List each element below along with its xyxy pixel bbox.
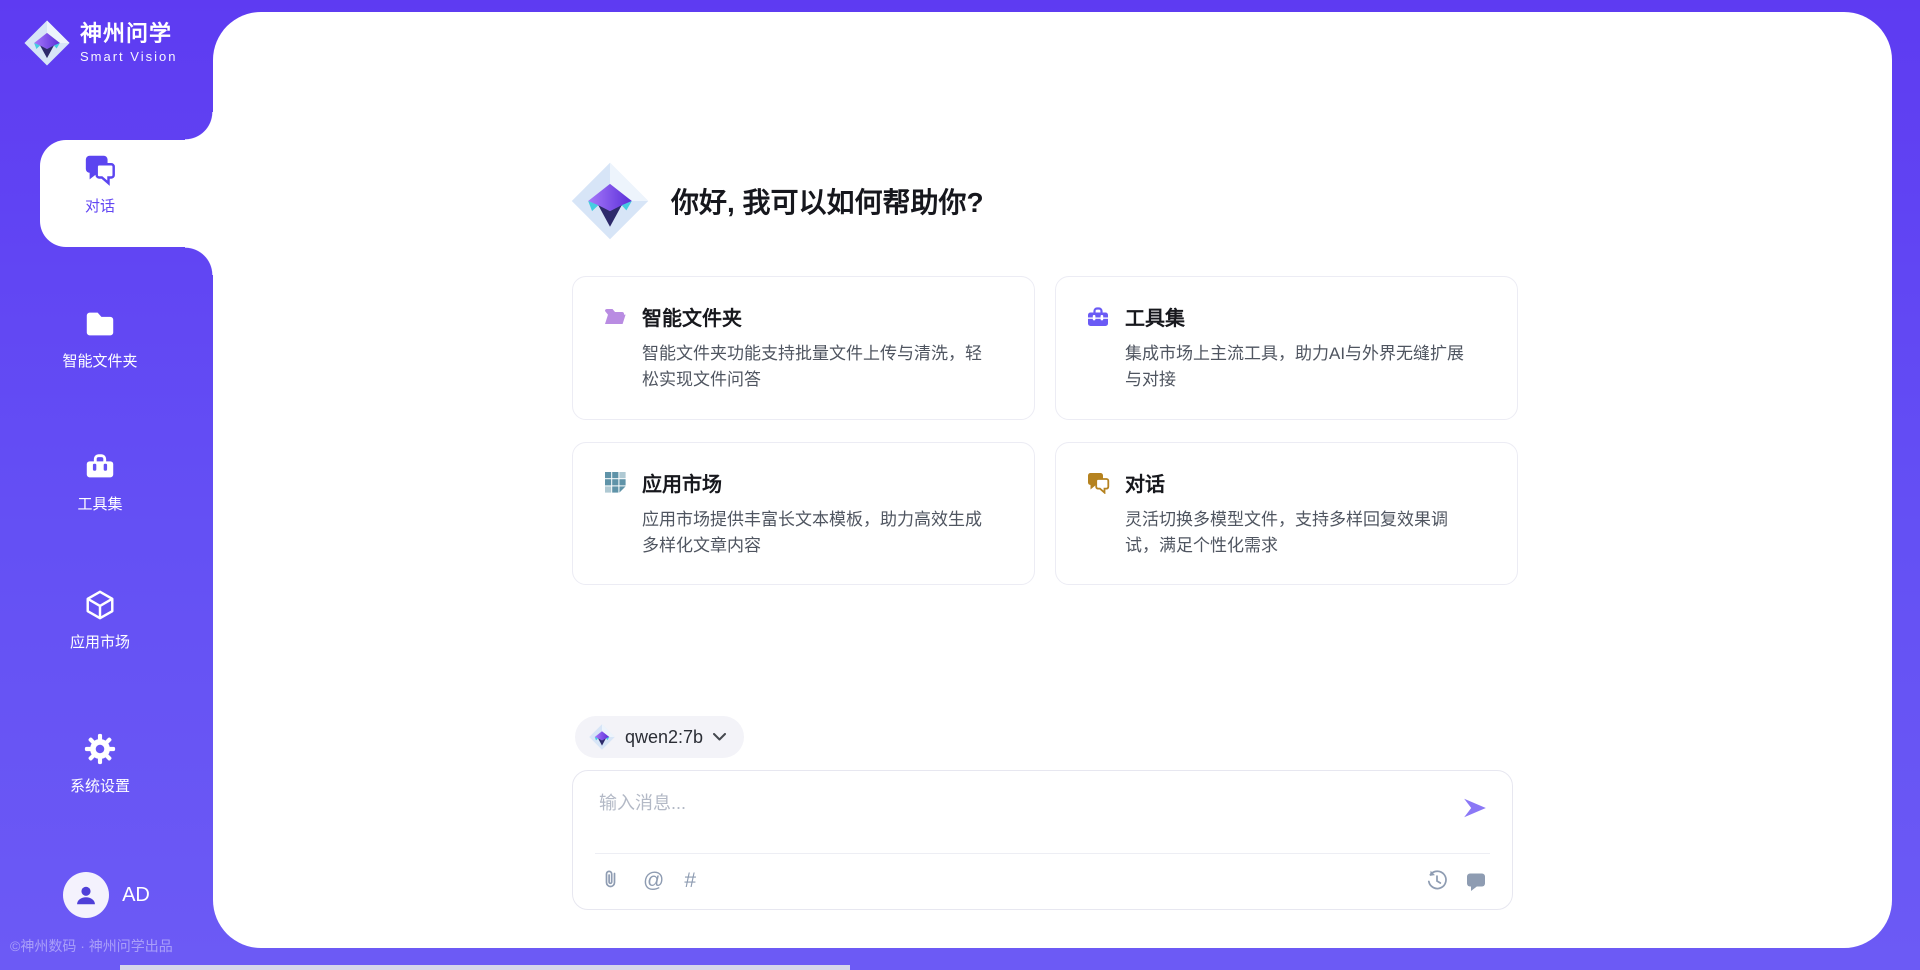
send-button[interactable] — [1462, 795, 1488, 821]
copyright-footer: ©神州数码 · 神州问学出品 — [10, 936, 173, 956]
sidebar-item-toolset[interactable]: 工具集 — [0, 450, 200, 514]
sidebar-item-label: 应用市场 — [70, 631, 130, 652]
user-row[interactable]: AD — [0, 872, 213, 918]
model-selector[interactable]: qwen2:7b — [575, 716, 744, 758]
chat-bubbles-icon — [1086, 470, 1110, 494]
folder-icon — [83, 307, 117, 341]
sidebar-item-label: 工具集 — [77, 493, 122, 514]
brand-name: 神州问学 — [80, 22, 177, 46]
greeting-row: 你好, 我可以如何帮助你? — [571, 162, 984, 240]
mention-icon[interactable]: @ — [643, 870, 664, 891]
card-toolset[interactable]: 工具集 集成市场上主流工具，助力AI与外界无缝扩展与对接 — [1055, 276, 1518, 420]
briefcase-icon — [83, 450, 117, 484]
chat-bubbles-icon — [83, 152, 117, 186]
tab-fillet-top — [185, 112, 213, 140]
sidebar: 神州问学 Smart Vision 对话 智能文件夹 工具集 — [0, 0, 213, 970]
card-description: 应用市场提供丰富长文本模板，助力高效生成多样化文章内容 — [642, 507, 994, 560]
sidebar-item-smart-folder[interactable]: 智能文件夹 — [0, 307, 200, 371]
card-title: 智能文件夹 — [642, 302, 742, 331]
sidebar-item-app-market[interactable]: 应用市场 — [0, 588, 200, 652]
card-description: 智能文件夹功能支持批量文件上传与清洗，轻松实现文件问答 — [642, 341, 994, 394]
card-smart-folder[interactable]: 智能文件夹 智能文件夹功能支持批量文件上传与清洗，轻松实现文件问答 — [572, 276, 1035, 420]
brand-gem-icon — [24, 20, 70, 66]
briefcase-icon — [1086, 305, 1110, 329]
feature-cards: 智能文件夹 智能文件夹功能支持批量文件上传与清洗，轻松实现文件问答 工具集 集成… — [572, 276, 1518, 585]
sidebar-item-settings[interactable]: 系统设置 — [0, 732, 200, 796]
card-title: 对话 — [1125, 468, 1165, 497]
card-app-market[interactable]: 应用市场 应用市场提供丰富长文本模板，助力高效生成多样化文章内容 — [572, 442, 1035, 586]
user-name: AD — [122, 884, 150, 907]
model-name: qwen2:7b — [625, 727, 703, 748]
sidebar-item-chat[interactable]: 对话 — [0, 152, 200, 216]
feedback-chat-icon[interactable] — [1464, 869, 1488, 893]
attach-icon[interactable] — [599, 867, 623, 893]
person-icon — [73, 882, 99, 908]
main-panel: 你好, 我可以如何帮助你? 智能文件夹 智能文件夹功能支持批量文件上传与清洗，轻… — [213, 12, 1892, 948]
hashtag-icon[interactable]: # — [684, 870, 696, 891]
sidebar-item-label: 对话 — [85, 195, 115, 216]
history-icon[interactable] — [1424, 868, 1449, 893]
cube-grid-icon — [603, 470, 627, 494]
sidebar-item-label: 系统设置 — [70, 775, 130, 796]
sidebar-item-label: 智能文件夹 — [62, 350, 137, 371]
gear-icon — [83, 732, 117, 766]
greeting-text: 你好, 我可以如何帮助你? — [671, 181, 984, 221]
card-description: 灵活切换多模型文件，支持多样回复效果调试，满足个性化需求 — [1125, 507, 1477, 560]
message-input[interactable] — [597, 787, 1432, 847]
window-edge-strip — [120, 965, 850, 970]
card-chat[interactable]: 对话 灵活切换多模型文件，支持多样回复效果调试，满足个性化需求 — [1055, 442, 1518, 586]
chevron-down-icon — [713, 733, 726, 741]
tab-fillet-bottom — [185, 247, 213, 275]
composer-divider — [595, 853, 1490, 854]
folder-open-icon — [603, 305, 627, 329]
cube-icon — [83, 588, 117, 622]
card-title: 应用市场 — [642, 468, 722, 497]
avatar — [63, 872, 109, 918]
brand-subtitle: Smart Vision — [80, 49, 177, 64]
model-gem-icon — [589, 724, 615, 750]
card-description: 集成市场上主流工具，助力AI与外界无缝扩展与对接 — [1125, 341, 1477, 394]
brand: 神州问学 Smart Vision — [24, 20, 177, 66]
greeting-gem-icon — [571, 162, 649, 240]
card-title: 工具集 — [1125, 302, 1185, 331]
message-composer: @ # — [572, 770, 1513, 910]
